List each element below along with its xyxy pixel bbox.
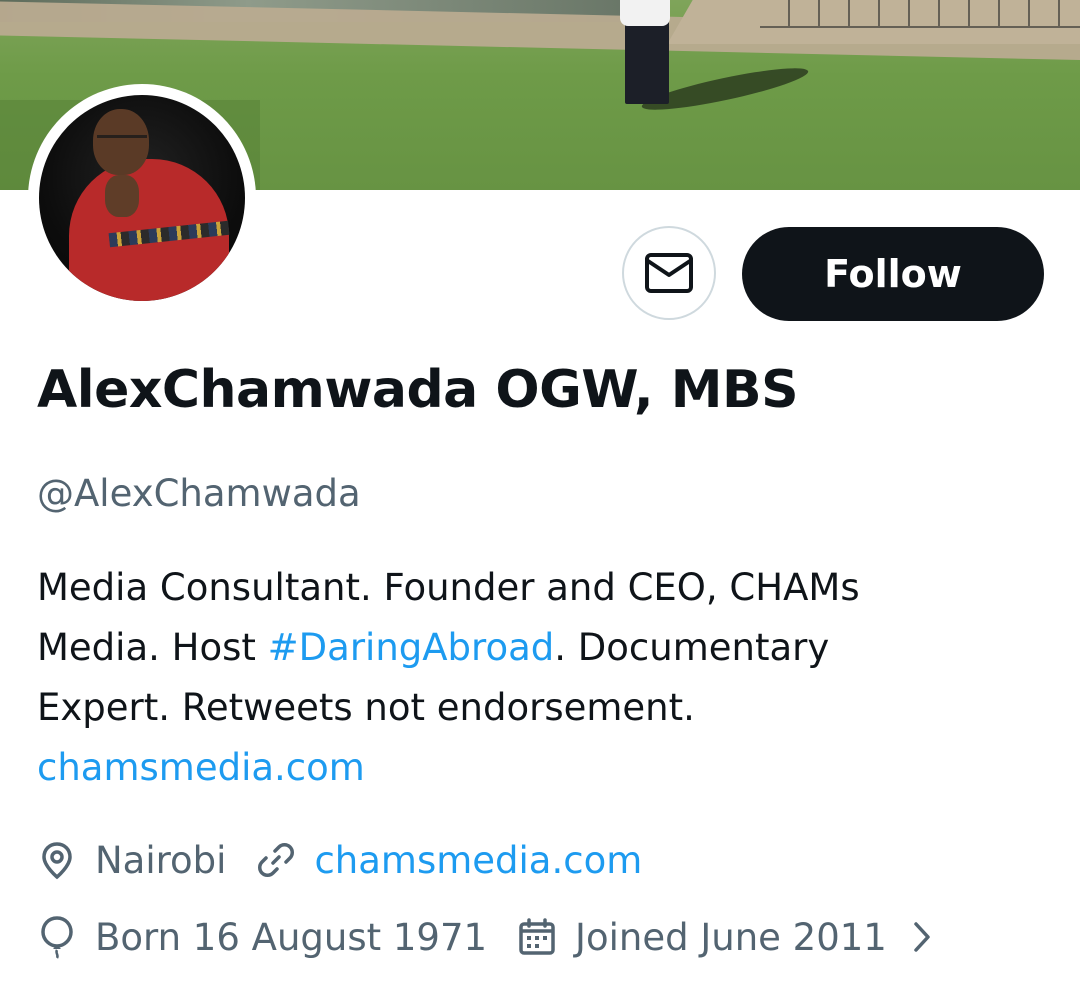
bio-text: Media. Host xyxy=(37,626,268,669)
avatar-photo xyxy=(39,95,245,301)
joined-date-text: Joined June 2011 xyxy=(575,915,887,959)
bio-line: Media. Host #DaringAbroad. Documentary xyxy=(37,618,1047,678)
profile-meta-row: Nairobi chamsmedia.com xyxy=(37,834,642,886)
bio-line: Media Consultant. Founder and CEO, CHAMs xyxy=(37,566,860,609)
bio-line: Expert. Retweets not endorsement. xyxy=(37,686,695,729)
avatar-glasses xyxy=(97,135,147,146)
username-handle: @AlexChamwada xyxy=(37,472,361,515)
link-icon xyxy=(256,840,296,880)
profile-meta-row: Born 16 August 1971 Joined June 2011 xyxy=(37,911,933,963)
hashtag-link[interactable]: #DaringAbroad xyxy=(268,626,555,669)
location-text: Nairobi xyxy=(95,838,227,882)
envelope-icon xyxy=(645,253,693,293)
map-pin-icon xyxy=(37,840,77,880)
message-button[interactable] xyxy=(622,226,716,320)
bio: Media Consultant. Founder and CEO, CHAMs… xyxy=(37,558,1047,798)
bio-text: . Documentary xyxy=(554,626,830,669)
avatar-hand xyxy=(105,175,139,217)
banner-person-shirt xyxy=(620,0,670,26)
banner-fence xyxy=(760,0,1080,28)
website-link[interactable]: chamsmedia.com xyxy=(314,839,642,882)
chevron-right-icon[interactable] xyxy=(911,920,933,954)
banner-person xyxy=(625,14,669,104)
bio-website-link[interactable]: chamsmedia.com xyxy=(37,738,1047,798)
display-name: AlexChamwada OGW, MBS xyxy=(37,360,799,420)
birthday-text: Born 16 August 1971 xyxy=(95,915,488,959)
profile-page: Follow AlexChamwada OGW, MBS @AlexChamwa… xyxy=(0,0,1080,989)
follow-button[interactable]: Follow xyxy=(742,227,1044,321)
balloon-icon xyxy=(37,915,77,959)
calendar-icon xyxy=(517,917,557,957)
avatar[interactable] xyxy=(28,84,256,312)
